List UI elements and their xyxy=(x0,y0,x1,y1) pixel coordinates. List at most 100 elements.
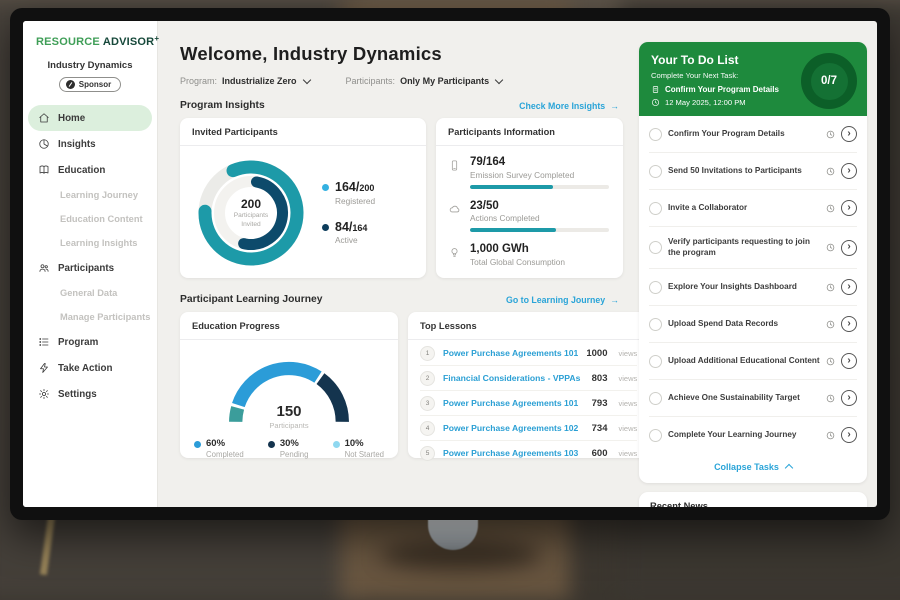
task-row: Verify participants requesting to join t… xyxy=(649,227,857,269)
invited-card-title: Invited Participants xyxy=(180,118,426,146)
task-open-button[interactable]: › xyxy=(841,279,857,295)
task-open-button[interactable]: › xyxy=(841,200,857,216)
gauge-center-value: 150 xyxy=(214,403,364,421)
legend-label: Pending xyxy=(280,450,309,459)
program-insights-header: Program Insights Check More Insights → xyxy=(180,100,619,111)
task-row: Send 50 Invitations to Participants › xyxy=(649,153,857,190)
info-card-title: Participants Information xyxy=(436,118,623,146)
sidebar-item-label: Manage Participants xyxy=(60,312,150,322)
legend-pct: 60% xyxy=(206,439,244,450)
task-open-button[interactable]: › xyxy=(841,163,857,179)
check-more-insights-link[interactable]: Check More Insights → xyxy=(519,101,619,111)
sidebar-item-education[interactable]: Education xyxy=(23,157,157,183)
clock-icon xyxy=(826,167,835,176)
program-filter-value: Industrialize Zero xyxy=(222,76,297,86)
task-checkbox[interactable] xyxy=(649,128,662,141)
education-card-title: Education Progress xyxy=(180,312,398,340)
sidebar-item-manage-participants[interactable]: Manage Participants xyxy=(23,305,157,329)
task-open-button[interactable]: › xyxy=(841,427,857,443)
sidebar-item-take-action[interactable]: Take Action xyxy=(23,355,157,381)
program-filter-label: Program: xyxy=(180,76,217,86)
go-to-learning-journey-link[interactable]: Go to Learning Journey → xyxy=(506,295,619,305)
lessons-card-title: Top Lessons xyxy=(408,312,649,340)
task-checkbox[interactable] xyxy=(649,241,662,254)
sidebar-item-insights[interactable]: Insights xyxy=(23,131,157,157)
task-checkbox[interactable] xyxy=(649,355,662,368)
legend-label: Completed xyxy=(206,450,244,459)
task-open-button[interactable]: › xyxy=(841,240,857,256)
clock-icon xyxy=(826,357,835,366)
task-open-button[interactable]: › xyxy=(841,316,857,332)
sidebar-item-program[interactable]: Program xyxy=(23,329,157,355)
participants-filter-label: Participants: xyxy=(346,76,396,86)
sidebar-item-learning-journey[interactable]: Learning Journey xyxy=(23,183,157,207)
legend-dot-icon xyxy=(322,184,329,191)
legend-dot-icon xyxy=(333,441,340,448)
todo-progress-ring: 0/7 xyxy=(801,53,857,109)
sponsor-badge-label: Sponsor xyxy=(79,80,111,89)
sidebar-item-learning-insights[interactable]: Learning Insights xyxy=(23,231,157,255)
lesson-link[interactable]: Power Purchase Agreements 101 xyxy=(443,348,578,358)
task-checkbox[interactable] xyxy=(649,392,662,405)
lesson-row: 1 Power Purchase Agreements 101 1000 vie… xyxy=(420,341,637,366)
learning-journey-title: Participant Learning Journey xyxy=(180,294,322,305)
lesson-rank-badge: 1 xyxy=(420,346,435,361)
task-checkbox[interactable] xyxy=(649,318,662,331)
sidebar-item-general-data[interactable]: General Data xyxy=(23,281,157,305)
sidebar-item-label: Education Content xyxy=(60,214,143,224)
task-checkbox[interactable] xyxy=(649,429,662,442)
lesson-views: 1000 xyxy=(586,348,607,359)
gauge-center-label: 150 Participants xyxy=(214,403,364,430)
legend-dot-icon xyxy=(194,441,201,448)
progress-bar xyxy=(470,228,609,232)
legend-label: Registered xyxy=(335,196,375,206)
chevron-down-icon xyxy=(302,75,310,83)
legend-value: 164/ xyxy=(335,180,359,194)
task-open-button[interactable]: › xyxy=(841,390,857,406)
participants-information-card: Participants Information 79/164 Emission… xyxy=(436,118,623,278)
lesson-link[interactable]: Power Purchase Agreements 103 xyxy=(443,448,584,458)
participants-filter-value: Only My Participants xyxy=(400,76,489,86)
top-lessons-card: Top Lessons 1 Power Purchase Agreements … xyxy=(408,312,649,458)
clock-icon xyxy=(826,431,835,440)
participants-filter-dropdown[interactable]: Participants: Only My Participants xyxy=(346,76,503,86)
sidebar-item-label: Learning Journey xyxy=(60,190,138,200)
task-row: Achieve One Sustainability Target › xyxy=(649,380,857,417)
task-label: Upload Spend Data Records xyxy=(668,319,820,330)
legend-pct: 30% xyxy=(280,439,309,450)
sidebar-item-participants[interactable]: Participants xyxy=(23,255,157,281)
task-row: Confirm Your Program Details › xyxy=(649,116,857,153)
collapse-tasks-link[interactable]: Collapse Tasks xyxy=(639,453,867,483)
sidebar-item-label: Settings xyxy=(58,389,97,400)
program-filter-dropdown[interactable]: Program: Industrialize Zero xyxy=(180,76,310,86)
task-open-button[interactable]: › xyxy=(841,353,857,369)
info-value: 79/164 xyxy=(470,156,609,169)
task-checkbox[interactable] xyxy=(649,202,662,215)
lesson-rank-badge: 3 xyxy=(420,396,435,411)
task-label: Confirm Your Program Details xyxy=(668,129,820,140)
todo-due: 12 May 2025, 12:00 PM xyxy=(651,98,786,107)
lesson-link[interactable]: Power Purchase Agreements 101 xyxy=(443,398,584,408)
legend-item-pending: 30%Pending xyxy=(268,439,309,459)
actions-icon xyxy=(448,203,461,216)
sidebar: RESOURCE ADVISOR+ Industry Dynamics Spon… xyxy=(23,21,158,507)
todo-header: Your To Do List Complete Your Next Task:… xyxy=(639,42,867,116)
lesson-rank-badge: 2 xyxy=(420,371,435,386)
link-label: Go to Learning Journey xyxy=(506,295,605,305)
lesson-link[interactable]: Power Purchase Agreements 102 xyxy=(443,423,584,433)
sidebar-item-settings[interactable]: Settings xyxy=(23,381,157,407)
task-open-button[interactable]: › xyxy=(841,126,857,142)
legend-label: Not Started xyxy=(345,450,384,459)
gear-icon xyxy=(38,388,50,400)
main-content: Welcome, Industry Dynamics Program: Indu… xyxy=(158,21,633,507)
chevron-up-icon xyxy=(785,464,793,472)
sidebar-item-home[interactable]: Home xyxy=(28,105,152,131)
sidebar-item-education-content[interactable]: Education Content xyxy=(23,207,157,231)
brand-secondary: ADVISOR xyxy=(103,36,155,48)
task-row: Explore Your Insights Dashboard › xyxy=(649,269,857,306)
lesson-row: 5 Power Purchase Agreements 103 600 view… xyxy=(420,441,637,465)
lesson-link[interactable]: Financial Considerations - VPPAs xyxy=(443,373,584,383)
sponsor-badge[interactable]: Sponsor xyxy=(59,77,121,92)
task-checkbox[interactable] xyxy=(649,165,662,178)
task-checkbox[interactable] xyxy=(649,281,662,294)
